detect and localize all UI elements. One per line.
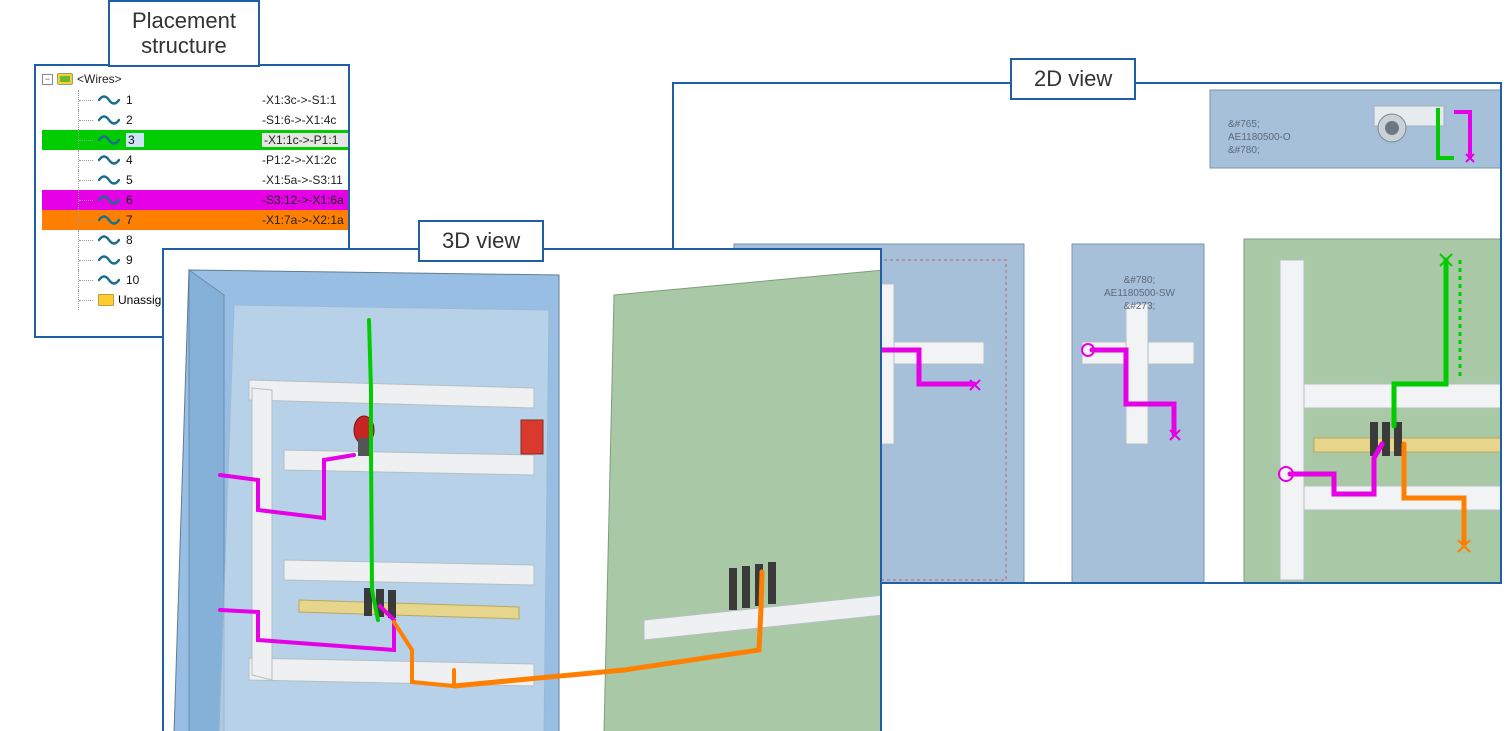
wire-icon xyxy=(98,275,120,285)
tree-connector-icon xyxy=(78,290,98,310)
tree-row[interactable]: 2 -S1:6->-X1:4c xyxy=(42,110,348,130)
wire-number: 3 xyxy=(126,133,144,147)
wire-desc: -X1:7a->-X2:1a xyxy=(262,213,350,227)
label-2d-view: 2D view xyxy=(1010,58,1136,100)
label-3d-view: 3D view xyxy=(418,220,544,262)
wire-desc: -X1:3c->-S1:1 xyxy=(262,93,350,107)
wire-icon xyxy=(98,255,120,265)
tree-row[interactable]: 3 -X1:1c->-P1:1 xyxy=(42,130,348,150)
tree-connector-icon xyxy=(78,130,98,150)
view3d-canvas[interactable] xyxy=(164,250,882,731)
mounting-plate-icon xyxy=(604,270,882,731)
tree-row[interactable]: 7 -X1:7a->-X2:1a xyxy=(42,210,348,230)
view2d-panel-mid-text: &#780;AE1180500-SW&#273; xyxy=(1104,274,1175,313)
tree-connector-icon xyxy=(78,90,98,110)
wire-number: 8 xyxy=(126,233,144,247)
label-placement-structure-text: Placementstructure xyxy=(132,8,236,58)
tree-connector-icon xyxy=(78,210,98,230)
tree-row[interactable]: 1 -X1:3c->-S1:1 xyxy=(42,90,348,110)
enclosure-side-icon xyxy=(189,270,224,731)
wire-number: 10 xyxy=(126,273,144,287)
wire-icon xyxy=(98,115,120,125)
tree-connector-icon xyxy=(78,230,98,250)
unassigned-label: Unassign xyxy=(118,293,168,307)
view2d-panel-top-text: &#765;AE1180500-O&#780; xyxy=(1228,118,1291,157)
wire-number: 1 xyxy=(126,93,144,107)
wire-icon xyxy=(98,215,120,225)
panel-mid-text-content: &#780;AE1180500-SW&#273; xyxy=(1104,275,1175,312)
label-2d-view-text: 2D view xyxy=(1034,66,1112,91)
tree-row[interactable]: 5 -X1:5a->-S3:11 xyxy=(42,170,348,190)
tree-connector-icon xyxy=(78,150,98,170)
tree-root-label: <Wires> xyxy=(77,72,122,86)
wire-desc: -X1:1c->-P1:1 xyxy=(262,133,350,147)
wire-icon xyxy=(98,95,120,105)
wire-icon xyxy=(98,235,120,245)
wire-number: 5 xyxy=(126,173,144,187)
wire-icon xyxy=(98,195,120,205)
wire-icon xyxy=(98,135,120,145)
wire-number: 2 xyxy=(126,113,144,127)
label-placement-structure: Placementstructure xyxy=(108,0,260,67)
wire-number: 9 xyxy=(126,253,144,267)
label-3d-view-text: 3D view xyxy=(442,228,520,253)
tree-connector-icon xyxy=(78,270,98,290)
view3d-panel[interactable] xyxy=(162,248,882,731)
tree-row[interactable]: 8 xyxy=(42,230,348,250)
tree-row[interactable]: 4 -P1:2->-X1:2c xyxy=(42,150,348,170)
wire-number: 6 xyxy=(126,193,144,207)
folder-icon xyxy=(98,294,114,306)
wire-desc: -X1:5a->-S3:11 xyxy=(262,173,350,187)
wire-icon xyxy=(98,155,120,165)
terminal-block-2d-icon xyxy=(1370,422,1402,456)
din-rail-2d-icon xyxy=(1314,438,1502,452)
tree-connector-icon xyxy=(78,190,98,210)
wire-desc: -S3:12->-X1:6a xyxy=(262,193,350,207)
tree-connector-icon xyxy=(78,110,98,130)
wires-folder-icon xyxy=(57,73,73,85)
tree-connector-icon xyxy=(78,170,98,190)
terminal-block-icon xyxy=(364,588,396,618)
wire-desc: -P1:2->-X1:2c xyxy=(262,153,350,167)
wire-number: 7 xyxy=(126,213,144,227)
tree-node-wires[interactable]: − <Wires> xyxy=(42,70,348,88)
wire-number: 4 xyxy=(126,153,144,167)
panel-top-text-content: &#765;AE1180500-O&#780; xyxy=(1228,119,1291,156)
tree-expander-icon[interactable]: − xyxy=(42,74,53,85)
wire-desc: -S1:6->-X1:4c xyxy=(262,113,350,127)
tree-connector-icon xyxy=(78,250,98,270)
wire-icon xyxy=(98,175,120,185)
tree-row[interactable]: 6 -S3:12->-X1:6a xyxy=(42,190,348,210)
